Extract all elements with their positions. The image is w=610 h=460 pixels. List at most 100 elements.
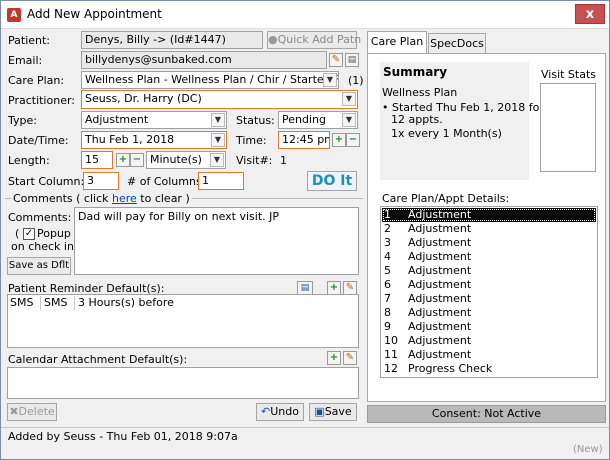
quick-add-patient-button[interactable]: ●Quick Add Patn	[267, 31, 361, 49]
chevron-down-icon[interactable]: ▼	[211, 133, 225, 147]
details-label: Care Plan/Appt Details:	[382, 192, 510, 205]
close-button[interactable]: x	[575, 4, 605, 24]
chevron-down-icon[interactable]: ▼	[342, 92, 356, 106]
care-plan-panel: Summary Wellness Plan • Started Thu Feb …	[367, 53, 606, 402]
card-icon[interactable]: ▤	[345, 53, 359, 67]
list-item[interactable]: 2 Adjustment	[382, 222, 596, 236]
popup-close-label: on check in)	[11, 240, 79, 253]
patient-label: Patient:	[8, 34, 51, 47]
pencil-icon[interactable]: ✎	[343, 351, 357, 365]
time-field[interactable]: 12:45 pm	[278, 131, 330, 149]
length-unit-value: Minute(s)	[150, 153, 202, 166]
list-item[interactable]: 10 Adjustment	[382, 334, 596, 348]
do-it-button[interactable]: DO It	[307, 171, 357, 191]
patient-field[interactable]: Denys, Billy -> (Id#1447)	[81, 31, 263, 49]
date-value: Thu Feb 1, 2018	[85, 133, 175, 146]
app-icon: A	[7, 8, 21, 22]
pencil-icon[interactable]: ✎	[329, 53, 343, 67]
calendar-attachment-grid	[7, 367, 359, 399]
card-icon[interactable]: ▤	[297, 281, 313, 295]
length-minus-icon[interactable]: −	[130, 153, 144, 167]
save-button[interactable]: ▣Save	[309, 403, 357, 421]
list-item[interactable]: 1 Adjustment	[382, 208, 596, 222]
reminders-grid: SMS SMS 3 Hours(s) before	[7, 294, 359, 348]
added-by-text: Added by Seuss - Thu Feb 01, 2018 9:07a	[8, 430, 238, 443]
care-plan-value: Wellness Plan - Wellness Plan / Chir / S…	[85, 73, 339, 86]
practitioner-label: Practitioner:	[8, 94, 75, 107]
list-item[interactable]: 9 Adjustment	[382, 320, 596, 334]
time-plus-icon[interactable]: +	[332, 133, 346, 147]
plus-icon[interactable]: +	[327, 351, 341, 365]
comments-label: Comments:	[8, 211, 72, 224]
list-item[interactable]: 8 Adjustment	[382, 306, 596, 320]
title-bar: A Add New Appointment x	[1, 1, 609, 29]
email-field[interactable]: billydenys@sunbaked.com	[81, 51, 327, 69]
consent-status: Consent: Not Active	[367, 405, 606, 423]
visit-value: 1	[280, 154, 287, 167]
time-label: Time:	[236, 134, 267, 147]
chevron-down-icon[interactable]: ▼	[342, 113, 356, 127]
visit-stats-box	[540, 83, 596, 172]
plan-bullet-line2: 12 appts.	[391, 113, 443, 126]
comments-textarea[interactable]: Dad will pay for Billy on next visit. JP	[74, 207, 359, 275]
reminder-type: SMS	[10, 296, 34, 309]
clear-comments-link[interactable]: here	[112, 192, 137, 205]
list-item[interactable]: 3 Adjustment	[382, 236, 596, 250]
list-item[interactable]: 11 Adjustment	[382, 348, 596, 362]
person-icon: ●	[268, 33, 278, 46]
comments-group-title: Comments ( click here to clear )	[11, 192, 192, 205]
pencil-icon[interactable]: ✎	[343, 281, 357, 295]
appointment-window: A Add New Appointment x Patient: Denys, …	[0, 0, 610, 460]
details-list: 1 Adjustment 2 Adjustment 3 Adjustment 4 Adj…	[380, 206, 598, 378]
practitioner-select[interactable]: Seuss, Dr. Harry (DC) ▼	[81, 90, 358, 109]
start-column-label: Start Column:	[8, 175, 85, 188]
tab-care-plan[interactable]: Care Plan	[367, 31, 427, 55]
list-item[interactable]: 6 Adjustment	[382, 278, 596, 292]
status-select[interactable]: Pending ▼	[278, 111, 358, 129]
type-select[interactable]: Adjustment ▼	[81, 111, 227, 129]
chevron-down-icon[interactable]: ▼	[211, 113, 225, 127]
visit-stats-label: Visit Stats	[541, 68, 597, 81]
reminder-timing: 3 Hours(s) before	[74, 296, 174, 310]
time-minus-icon[interactable]: −	[346, 133, 360, 147]
type-label: Type:	[8, 114, 37, 127]
status-value: Pending	[282, 113, 326, 126]
list-item[interactable]: 7 Adjustment	[382, 292, 596, 306]
popup-checkbox[interactable]: ✓	[23, 228, 35, 240]
status-label: Status:	[236, 114, 275, 127]
table-row[interactable]: SMS SMS 3 Hours(s) before	[8, 296, 358, 310]
undo-button[interactable]: ↶Undo	[256, 403, 304, 421]
chevron-down-icon[interactable]: ▼	[210, 153, 224, 167]
length-unit-select[interactable]: Minute(s) ▼	[146, 151, 226, 169]
care-plan-label: Care Plan:	[8, 74, 65, 87]
date-select[interactable]: Thu Feb 1, 2018 ▼	[81, 131, 227, 149]
popup-open-paren: (	[15, 227, 20, 240]
care-plan-select[interactable]: Wellness Plan - Wellness Plan / Chir / S…	[81, 71, 339, 89]
date-time-label: Date/Time:	[8, 134, 69, 147]
length-field[interactable]: 15	[81, 151, 113, 169]
list-item[interactable]: 12 Progress Check	[382, 362, 596, 376]
summary-box: Summary Wellness Plan • Started Thu Feb …	[380, 62, 544, 180]
floppy-disk-icon: ▣	[314, 405, 325, 418]
close-icon: x	[585, 7, 595, 22]
popup-label: Popup	[37, 227, 71, 240]
length-label: Length:	[8, 154, 50, 167]
tab-specdocs[interactable]: SpecDocs	[428, 33, 486, 55]
list-item[interactable]: 4 Adjustment	[382, 250, 596, 264]
num-columns-label: # of Columns:	[127, 175, 206, 188]
status-bar: Added by Seuss - Thu Feb 01, 2018 9:07a …	[1, 427, 609, 459]
delete-button[interactable]: ✖Delete	[7, 403, 57, 421]
chevron-down-icon[interactable]: ▼	[323, 73, 337, 87]
record-state: (New)	[573, 444, 603, 455]
summary-title: Summary	[383, 65, 448, 79]
plan-bullet-line3: 1x every 1 Month(s)	[391, 127, 502, 140]
calendar-attachment-label: Calendar Attachment Default(s):	[8, 353, 188, 366]
length-plus-icon[interactable]: +	[116, 153, 130, 167]
plan-name: Wellness Plan	[382, 86, 458, 99]
num-columns-field[interactable]: 1	[198, 172, 244, 190]
save-as-default-button[interactable]: Save as Dflt	[7, 257, 71, 275]
list-item[interactable]: 5 Adjustment	[382, 264, 596, 278]
plus-icon[interactable]: +	[327, 281, 341, 295]
practitioner-value: Seuss, Dr. Harry (DC)	[85, 92, 202, 105]
start-column-field[interactable]: 3	[83, 172, 119, 190]
